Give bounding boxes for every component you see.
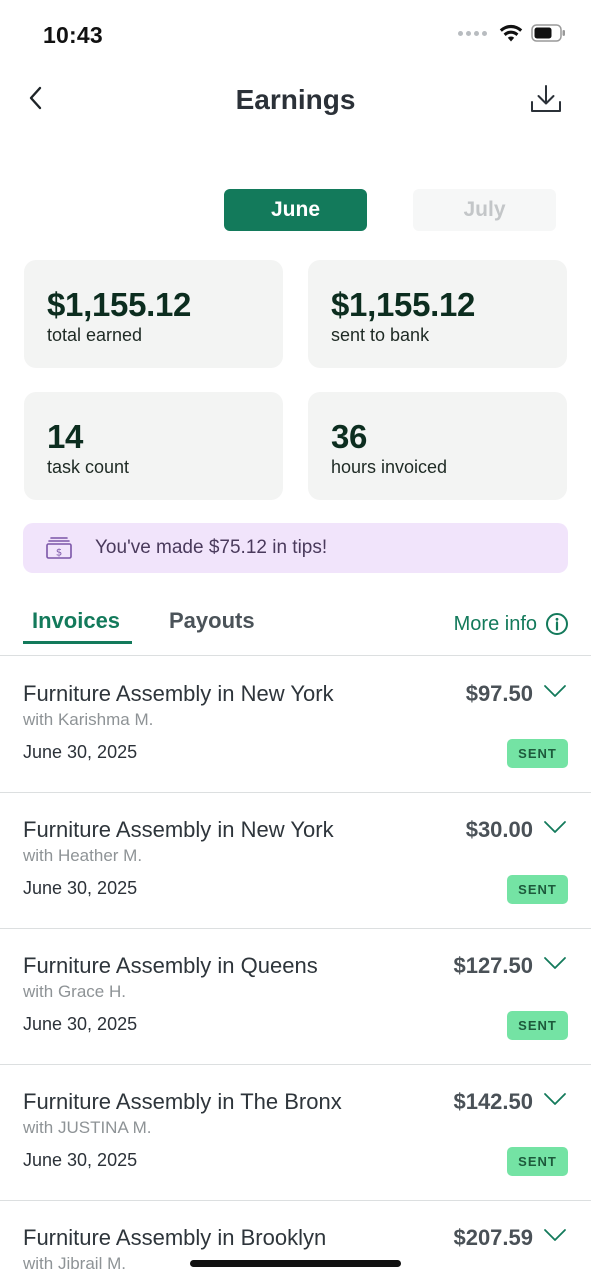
page-title: Earnings [235, 84, 356, 115]
invoice-list: Furniture Assembly in New York with Kari… [0, 657, 591, 1280]
chevron-down-icon[interactable] [543, 955, 567, 971]
svg-text:$: $ [56, 548, 62, 559]
download-icon [531, 85, 561, 112]
invoice-amount: $142.50 [453, 1089, 533, 1114]
invoice-row[interactable]: Furniture Assembly in The Bronx with JUS… [0, 1065, 591, 1201]
status-icons [458, 24, 567, 42]
status-badge: SENT [507, 739, 568, 768]
invoice-title: Furniture Assembly in New York [23, 817, 334, 842]
active-tab-indicator [23, 641, 132, 644]
header: Earnings [0, 70, 591, 134]
status-badge: SENT [507, 1011, 568, 1040]
invoice-date: June 30, 2025 [23, 1150, 138, 1170]
info-circle-icon [546, 613, 568, 635]
chevron-down-icon[interactable] [543, 1227, 567, 1243]
hours-invoiced-value: 36 [331, 418, 368, 455]
wifi-icon [499, 24, 523, 42]
total-earned-value: $1,155.12 [47, 286, 192, 323]
more-info-link[interactable]: More info [454, 612, 569, 636]
invoice-row[interactable]: Furniture Assembly in New York with Kari… [0, 657, 591, 793]
tab-payouts[interactable]: Payouts [169, 608, 255, 634]
battery-icon [531, 24, 565, 42]
status-badge: SENT [507, 875, 568, 904]
chevron-down-icon[interactable] [543, 1091, 567, 1107]
sent-to-bank-label: sent to bank [331, 325, 430, 345]
invoice-row[interactable]: Furniture Assembly in New York with Heat… [0, 793, 591, 929]
home-indicator[interactable] [190, 1260, 401, 1267]
invoice-client: with JUSTINA M. [23, 1118, 152, 1137]
total-earned-card: $1,155.12 total earned [24, 260, 283, 368]
chevron-down-icon[interactable] [543, 683, 567, 699]
invoice-amount: $207.59 [453, 1225, 533, 1250]
invoice-title: Furniture Assembly in Brooklyn [23, 1225, 327, 1250]
more-info-label: More info [453, 612, 537, 635]
invoice-title: Furniture Assembly in Queens [23, 953, 318, 978]
invoice-date: June 30, 2025 [23, 742, 138, 762]
invoice-amount: $30.00 [465, 817, 533, 842]
download-button[interactable] [527, 80, 565, 118]
invoice-date: June 30, 2025 [23, 878, 138, 898]
invoice-client: with Grace H. [23, 982, 126, 1001]
tips-banner: $ You've made $75.12 in tips! [23, 523, 568, 573]
cellular-signal-icon [458, 30, 487, 36]
total-earned-label: total earned [47, 325, 143, 345]
month-june-button[interactable]: June [224, 189, 367, 231]
tips-text: You've made $75.12 in tips! [95, 537, 328, 558]
sent-to-bank-value: $1,155.12 [331, 286, 476, 323]
task-count-value: 14 [47, 418, 84, 455]
tabs: Invoices Payouts More info [0, 604, 591, 656]
invoice-title: Furniture Assembly in The Bronx [23, 1089, 342, 1114]
money-stack-icon: $ [45, 535, 73, 561]
hours-invoiced-card: 36 hours invoiced [308, 392, 567, 500]
hours-invoiced-label: hours invoiced [331, 457, 448, 477]
tab-invoices[interactable]: Invoices [32, 608, 120, 634]
sent-to-bank-card: $1,155.12 sent to bank [308, 260, 567, 368]
invoice-client: with Karishma M. [23, 710, 154, 729]
invoice-row[interactable]: Furniture Assembly in Brooklyn with Jibr… [0, 1201, 591, 1280]
status-badge: SENT [507, 1147, 568, 1176]
invoice-row[interactable]: Furniture Assembly in Queens with Grace … [0, 929, 591, 1065]
month-toggle: June July [0, 189, 591, 231]
task-count-label: task count [47, 457, 130, 477]
invoice-amount: $127.50 [453, 953, 533, 978]
status-bar: 10:43 [0, 0, 591, 70]
invoice-amount: $97.50 [465, 681, 533, 706]
invoice-client: with Jibrail M. [23, 1254, 126, 1273]
task-count-card: 14 task count [24, 392, 283, 500]
chevron-down-icon[interactable] [543, 819, 567, 835]
earnings-screen: 10:43 Earnings June July $1,155.12 total… [0, 0, 591, 1280]
status-time: 10:43 [43, 22, 103, 48]
invoice-title: Furniture Assembly in New York [23, 681, 334, 706]
invoice-client: with Heather M. [23, 846, 143, 865]
month-july-button[interactable]: July [413, 189, 556, 231]
invoice-date: June 30, 2025 [23, 1014, 138, 1034]
